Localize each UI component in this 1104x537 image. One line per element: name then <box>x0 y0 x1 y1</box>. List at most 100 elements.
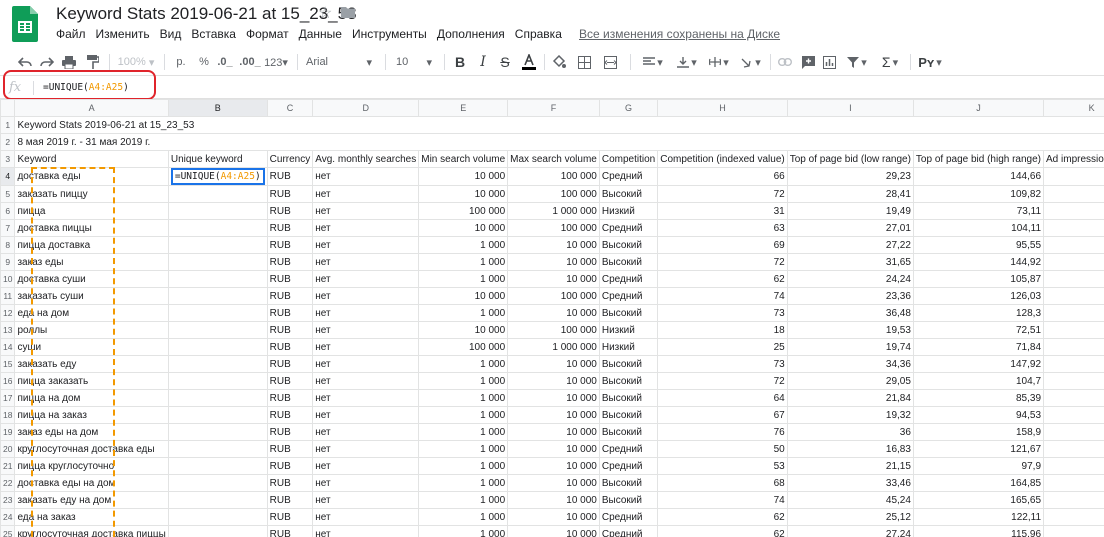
cell-h4[interactable]: 66 <box>657 167 788 186</box>
cell-k16[interactable] <box>1043 372 1104 390</box>
cell-j16[interactable]: 104,7 <box>912 372 1045 390</box>
row-header[interactable]: 16 <box>0 372 16 390</box>
cell-k9[interactable] <box>1043 253 1104 271</box>
column-header-j[interactable]: J <box>912 99 1045 117</box>
cell-a24[interactable]: еда на заказ <box>14 508 169 526</box>
cell-f16[interactable]: 10 000 <box>507 372 600 390</box>
row-header[interactable]: 4 <box>0 167 16 186</box>
menu-view[interactable]: Вид <box>160 27 182 41</box>
cell-a20[interactable]: круглосуточная доставка еды <box>14 440 169 458</box>
cell-c23[interactable]: RUB <box>266 491 314 509</box>
row-header[interactable]: 17 <box>0 389 16 407</box>
cell-formula-editor[interactable]: =UNIQUE(A4:A25) <box>170 168 265 185</box>
cell-k19[interactable] <box>1043 423 1104 441</box>
cell-f18[interactable]: 10 000 <box>507 406 600 424</box>
currency-format-button[interactable]: р. <box>172 48 190 76</box>
sigma-icon[interactable]: Σ ▾ <box>876 48 904 76</box>
row-header[interactable]: 15 <box>0 355 16 373</box>
cell-i25[interactable]: 27,24 <box>786 525 914 537</box>
row-header[interactable]: 3 <box>0 150 16 168</box>
row-header[interactable]: 13 <box>0 321 16 339</box>
cell-b11[interactable] <box>167 287 268 305</box>
cell-i23[interactable]: 45,24 <box>786 491 914 509</box>
cell-b21[interactable] <box>167 457 268 475</box>
cell-j15[interactable]: 147,92 <box>912 355 1045 373</box>
cell-e18[interactable]: 1 000 <box>418 406 509 424</box>
row-header[interactable]: 24 <box>0 508 16 526</box>
cell-k3[interactable]: Ad impression share <box>1043 150 1104 168</box>
cell-i12[interactable]: 36,48 <box>786 304 914 322</box>
cell-i9[interactable]: 31,65 <box>786 253 914 271</box>
cell-h18[interactable]: 67 <box>657 406 788 424</box>
cell-i7[interactable]: 27,01 <box>786 219 914 237</box>
cell-b9[interactable] <box>167 253 268 271</box>
cell-i15[interactable]: 34,36 <box>786 355 914 373</box>
cell-a6[interactable]: пицца <box>14 202 169 220</box>
cell-h7[interactable]: 63 <box>657 219 788 237</box>
cell-c5[interactable]: RUB <box>266 185 314 203</box>
cell-b19[interactable] <box>167 423 268 441</box>
cell-a13[interactable]: роллы <box>14 321 169 339</box>
cell-c20[interactable]: RUB <box>266 440 314 458</box>
cell-e25[interactable]: 1 000 <box>418 525 509 537</box>
cell-h21[interactable]: 53 <box>657 457 788 475</box>
cell-e6[interactable]: 100 000 <box>418 202 509 220</box>
cell-i21[interactable]: 21,15 <box>786 457 914 475</box>
cell-c3[interactable]: Currency <box>266 150 314 168</box>
cell-c11[interactable]: RUB <box>266 287 314 305</box>
cell-b10[interactable] <box>167 270 268 288</box>
cell-k7[interactable] <box>1043 219 1104 237</box>
sheets-logo-icon[interactable] <box>12 6 38 42</box>
italic-icon[interactable]: I <box>474 48 492 76</box>
cell-b24[interactable] <box>167 508 268 526</box>
cell-g17[interactable]: Высокий <box>598 389 659 407</box>
cell-g22[interactable]: Высокий <box>598 474 659 492</box>
cell-i22[interactable]: 33,46 <box>786 474 914 492</box>
cell-d8[interactable]: нет <box>312 236 420 254</box>
cell-d18[interactable]: нет <box>312 406 420 424</box>
cell-c10[interactable]: RUB <box>266 270 314 288</box>
cell-j6[interactable]: 73,11 <box>912 202 1045 220</box>
cell-f14[interactable]: 1 000 000 <box>507 338 600 356</box>
cell-d23[interactable]: нет <box>312 491 420 509</box>
cell-b17[interactable] <box>167 389 268 407</box>
cell-d7[interactable]: нет <box>312 219 420 237</box>
cell-a5[interactable]: заказать пиццу <box>14 185 169 203</box>
cell-h8[interactable]: 69 <box>657 236 788 254</box>
cell-j4[interactable]: 144,66 <box>912 167 1045 186</box>
cell-f19[interactable]: 10 000 <box>507 423 600 441</box>
cell-k10[interactable] <box>1043 270 1104 288</box>
document-title[interactable]: Keyword Stats 2019-06-21 at 15_23_53 <box>56 4 357 24</box>
cell-a8[interactable]: пицца доставка <box>14 236 169 254</box>
row-header[interactable]: 1 <box>0 116 16 134</box>
cell-g3[interactable]: Competition <box>598 150 659 168</box>
cell-f9[interactable]: 10 000 <box>507 253 600 271</box>
cell-j7[interactable]: 104,11 <box>912 219 1045 237</box>
cell-d11[interactable]: нет <box>312 287 420 305</box>
cell-e3[interactable]: Min search volume <box>418 150 509 168</box>
column-header-i[interactable]: I <box>786 99 914 117</box>
cell-j8[interactable]: 95,55 <box>912 236 1045 254</box>
row-header[interactable]: 14 <box>0 338 16 356</box>
cell-e9[interactable]: 1 000 <box>418 253 509 271</box>
row-header[interactable]: 7 <box>0 219 16 237</box>
cell-h22[interactable]: 68 <box>657 474 788 492</box>
row-header[interactable]: 19 <box>0 423 16 441</box>
cell-e12[interactable]: 1 000 <box>418 304 509 322</box>
cell-e15[interactable]: 1 000 <box>418 355 509 373</box>
cell-e11[interactable]: 10 000 <box>418 287 509 305</box>
row-header[interactable]: 5 <box>0 185 16 203</box>
menu-insert[interactable]: Вставка <box>191 27 236 41</box>
cell-k25[interactable] <box>1043 525 1104 537</box>
text-color-icon[interactable] <box>519 48 539 76</box>
cell-f20[interactable]: 10 000 <box>507 440 600 458</box>
cell-f25[interactable]: 10 000 <box>507 525 600 537</box>
row-header[interactable]: 20 <box>0 440 16 458</box>
cell-g11[interactable]: Средний <box>598 287 659 305</box>
cell-a7[interactable]: доставка пиццы <box>14 219 169 237</box>
row-header[interactable]: 23 <box>0 491 16 509</box>
cell-i17[interactable]: 21,84 <box>786 389 914 407</box>
cell-h3[interactable]: Competition (indexed value) <box>657 150 788 168</box>
cell-c9[interactable]: RUB <box>266 253 314 271</box>
cell-a9[interactable]: заказ еды <box>14 253 169 271</box>
